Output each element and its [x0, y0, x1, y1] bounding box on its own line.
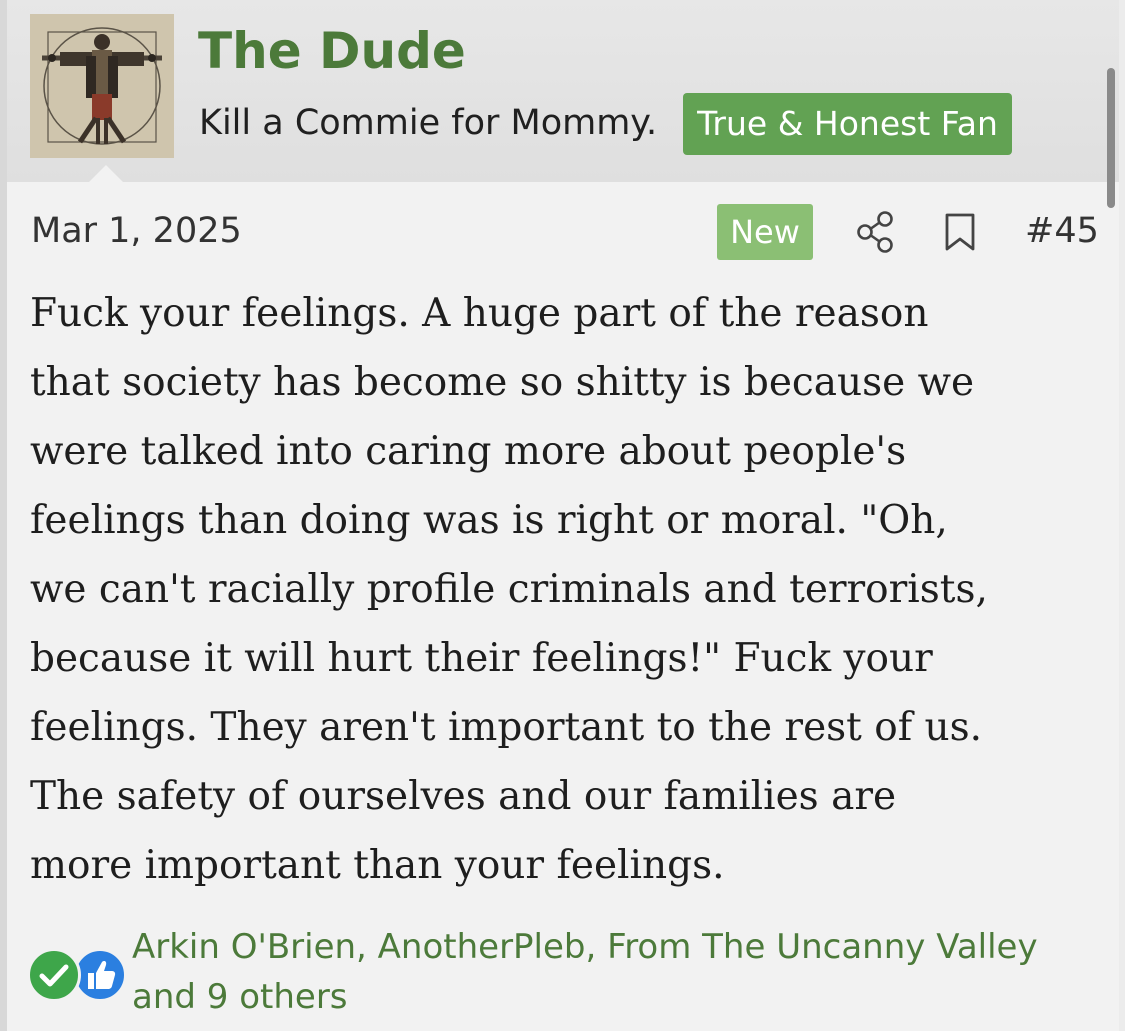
like-icon — [73, 948, 127, 1002]
post-number[interactable]: #45 — [1025, 208, 1099, 254]
message-line: more important than your feelings. — [30, 843, 725, 888]
reaction-users[interactable]: Arkin O'Brien, AnotherPleb, From The Unc… — [132, 922, 1122, 1022]
scrollbar-thumb[interactable] — [1107, 68, 1115, 208]
message-line: feelings than doing was is right or mora… — [30, 498, 948, 543]
message-line: feelings. They aren't important to the r… — [30, 705, 983, 750]
message-line: The safety of ourselves and our families… — [30, 774, 897, 819]
user-banner: True & Honest Fan — [683, 93, 1012, 155]
check-icon — [27, 948, 81, 1002]
scrollbar-track[interactable] — [1119, 0, 1125, 1031]
reaction-users-names[interactable]: Arkin O'Brien, AnotherPleb, From The Unc… — [132, 922, 1122, 972]
post-date[interactable]: Mar 1, 2025 — [31, 208, 242, 254]
message-line: that society has become so shitty is bec… — [30, 360, 975, 405]
left-border — [0, 0, 7, 1031]
reaction-icons[interactable] — [27, 940, 127, 1002]
message-line: because it will hurt their feelings!" Fu… — [30, 636, 933, 681]
reaction-users-others[interactable]: and 9 others — [132, 972, 1122, 1022]
user-bar-arrow — [89, 165, 123, 182]
share-icon[interactable] — [855, 210, 895, 254]
user-avatar[interactable] — [30, 14, 174, 158]
message-line: we can't racially profile criminals and … — [30, 567, 988, 612]
username[interactable]: The Dude — [198, 20, 466, 82]
user-title: Kill a Commie for Mommy. — [199, 103, 658, 143]
user-bar: The Dude Kill a Commie for Mommy. True &… — [7, 0, 1119, 182]
post-message: Fuck your feelings. A huge part of the r… — [30, 279, 1105, 900]
message-line: Fuck your feelings. A huge part of the r… — [30, 291, 929, 336]
new-badge: New — [717, 204, 813, 260]
forum-post: The Dude Kill a Commie for Mommy. True &… — [7, 0, 1119, 1031]
message-line: were talked into caring more about peopl… — [30, 429, 907, 474]
bookmark-icon[interactable] — [943, 212, 977, 252]
